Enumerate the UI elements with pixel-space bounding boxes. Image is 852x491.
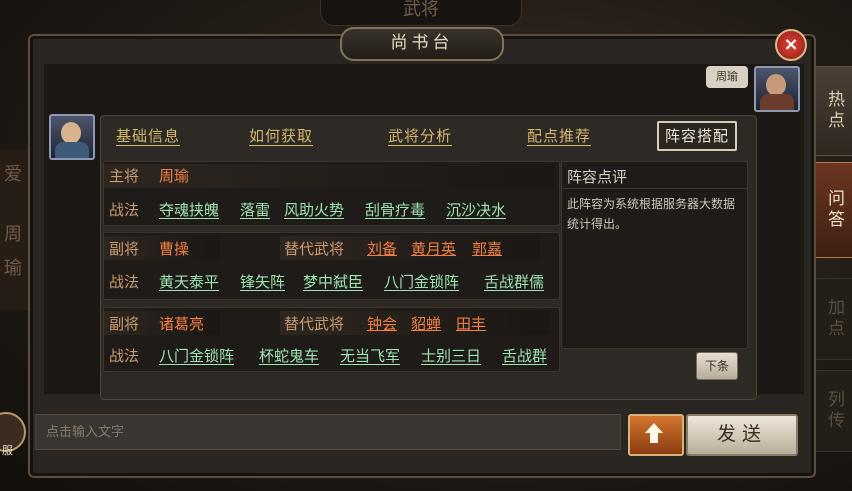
- deputy-label: 副将: [109, 240, 140, 258]
- send-button[interactable]: 发送: [686, 414, 798, 456]
- tactic-link[interactable]: 舌战群: [502, 345, 547, 366]
- user-avatar[interactable]: [754, 66, 800, 112]
- tactic-link[interactable]: 刮骨疗毒: [365, 199, 425, 220]
- tactic-link[interactable]: 八门金锁阵: [384, 271, 459, 292]
- deputy-name[interactable]: 曹操: [159, 238, 189, 259]
- scroll-up-button[interactable]: [628, 414, 684, 456]
- alternative-label: 替代武将: [284, 240, 345, 258]
- tactic-link[interactable]: 无当飞军: [340, 345, 400, 366]
- tactic-link[interactable]: 八门金锁阵: [159, 345, 234, 366]
- side-tab-points[interactable]: 加点: [811, 278, 852, 360]
- tab-how-to-obtain[interactable]: 如何获取: [249, 123, 313, 149]
- tactic-link[interactable]: 沉沙决水: [446, 199, 506, 220]
- tactic-link[interactable]: 梦中弑臣: [303, 271, 363, 292]
- alternative-general[interactable]: 田丰: [456, 313, 486, 334]
- tactic-link[interactable]: 杯蛇鬼车: [259, 345, 319, 366]
- main-general-label: 主将: [109, 167, 140, 185]
- alternative-general[interactable]: 刘备: [367, 238, 397, 259]
- background-char: 爱: [4, 164, 22, 185]
- tactic-link[interactable]: 舌战群儒: [484, 271, 544, 292]
- alternative-general[interactable]: 黄月英: [411, 238, 456, 259]
- side-tab-qa[interactable]: 问答: [811, 162, 852, 258]
- alternative-general[interactable]: 貂蝉: [411, 313, 441, 334]
- tactic-label: 战法: [109, 347, 140, 365]
- comment-panel: 阵容点评 此阵容为系统根据服务器大数据统计得出。: [561, 161, 748, 349]
- tactic-link[interactable]: 黄天泰平: [159, 271, 219, 292]
- deputy-label: 副将: [109, 315, 140, 333]
- tactic-label: 战法: [109, 273, 140, 291]
- tab-basic-info[interactable]: 基础信息: [116, 123, 180, 149]
- background-title: 武将: [320, 0, 522, 26]
- side-tab-hot[interactable]: 热点: [811, 66, 852, 156]
- advisor-avatar[interactable]: [49, 114, 95, 160]
- tactic-link[interactable]: 落雷: [240, 199, 270, 220]
- tactic-link[interactable]: 风助火势: [284, 199, 344, 220]
- tab-bar: 基础信息 如何获取 武将分析 配点推荐 阵容搭配: [106, 121, 748, 151]
- deputy-general-panel-2: 副将 诸葛亮 替代武将 钟会 貂蝉 田丰 战法 八门金锁阵 杯蛇鬼车 无当飞军 …: [103, 307, 560, 372]
- service-badge[interactable]: 服: [0, 412, 26, 458]
- tab-hero-analysis[interactable]: 武将分析: [388, 123, 452, 149]
- side-tab-biography[interactable]: 列传: [811, 370, 852, 452]
- comment-text: 此阵容为系统根据服务器大数据统计得出。: [567, 197, 736, 231]
- deputy-general-panel-1: 副将 曹操 替代武将 刘备 黄月英 郭嘉 战法 黄天泰平 锋矢阵 梦中弑臣 八门…: [103, 232, 560, 300]
- next-comment-button[interactable]: 下条: [696, 352, 738, 380]
- tactic-link[interactable]: 士别三日: [421, 345, 481, 366]
- comment-title: 阵容点评: [567, 168, 628, 186]
- dialog-title: 尚书台: [340, 27, 504, 61]
- tactic-link[interactable]: 夺魂挟魄: [159, 199, 219, 220]
- tactic-link[interactable]: 锋矢阵: [240, 271, 285, 292]
- chat-input[interactable]: 点击输入文字: [35, 414, 621, 450]
- background-left-strip: 爱 周 瑜: [0, 150, 30, 310]
- main-general-name[interactable]: 周瑜: [159, 165, 189, 186]
- alternative-label: 替代武将: [284, 315, 345, 333]
- close-button[interactable]: ×: [775, 29, 807, 61]
- arrow-up-icon: [645, 423, 663, 443]
- user-name-bubble: 周瑜: [706, 66, 748, 88]
- tactic-label: 战法: [109, 201, 140, 219]
- background-char: 瑜: [4, 258, 22, 279]
- deputy-name[interactable]: 诸葛亮: [159, 313, 204, 334]
- alternative-general[interactable]: 钟会: [367, 313, 397, 334]
- background-char: 周: [4, 224, 22, 245]
- tab-formation[interactable]: 阵容搭配: [657, 121, 738, 151]
- main-general-panel: 主将 周瑜 战法 夺魂挟魄 落雷 风助火势 刮骨疗毒 沉沙决水: [103, 161, 560, 226]
- tab-points-recommend[interactable]: 配点推荐: [527, 123, 591, 149]
- alternative-general[interactable]: 郭嘉: [472, 238, 502, 259]
